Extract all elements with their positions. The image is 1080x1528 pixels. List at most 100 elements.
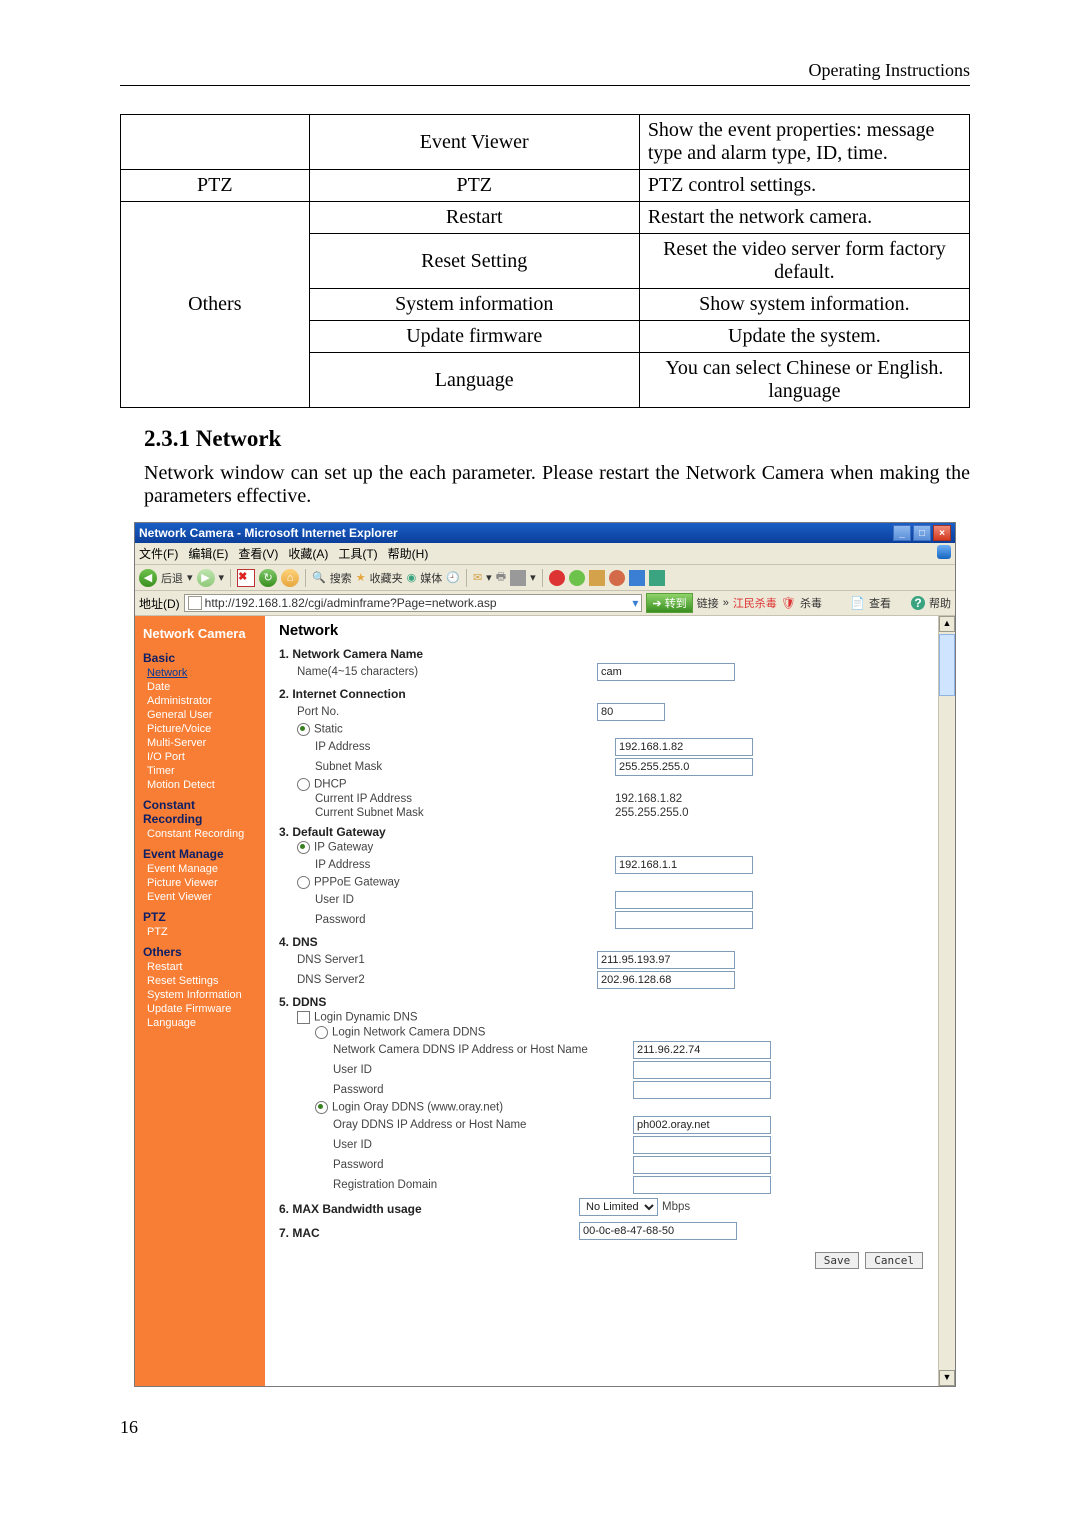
sidebar-item-update-firmware[interactable]: Update Firmware (147, 1003, 231, 1015)
oray-host-input[interactable] (633, 1116, 771, 1134)
sidebar-item-picture-voice[interactable]: Picture/Voice (147, 723, 211, 735)
maximize-button[interactable]: □ (913, 525, 931, 541)
toolbar-icon[interactable] (609, 570, 625, 586)
scrollbar[interactable]: ▲ ▼ (938, 616, 955, 1386)
oray-radio[interactable] (315, 1101, 328, 1114)
scroll-up-icon[interactable]: ▲ (939, 616, 955, 632)
help-icon[interactable]: ? (911, 596, 925, 610)
pppoe-user-input[interactable] (615, 891, 753, 909)
dhcp-radio[interactable] (297, 778, 310, 791)
toolbar-icon[interactable] (549, 570, 565, 586)
sidebar-item-general-user[interactable]: General User (147, 709, 212, 721)
toolbar-icon[interactable] (569, 570, 585, 586)
favorites-icon[interactable]: ★ (356, 571, 366, 584)
toolbar-icon[interactable] (649, 570, 665, 586)
name-input[interactable] (597, 663, 735, 681)
nc-ddns-user-input[interactable] (633, 1061, 771, 1079)
table-cell (121, 115, 310, 170)
pppoe-pass-input[interactable] (615, 911, 753, 929)
refresh-icon[interactable]: ↻ (259, 569, 277, 587)
mail-caret-icon[interactable]: ▾ (486, 571, 492, 584)
view-icon[interactable]: 📄 (850, 596, 865, 610)
sidebar-item-event-viewer[interactable]: Event Viewer (147, 891, 212, 903)
nc-ddns-pass-input[interactable] (633, 1081, 771, 1099)
sidebar-item-network[interactable]: Network (147, 667, 187, 679)
forward-caret-icon[interactable]: ▾ (219, 571, 225, 584)
nc-ddns-radio[interactable] (315, 1026, 328, 1039)
media-icon[interactable]: ◉ (407, 571, 417, 584)
close-button[interactable]: × (933, 525, 951, 541)
sidebar-item-ptz[interactable]: PTZ (147, 926, 168, 938)
gwip-input[interactable] (615, 856, 753, 874)
nc-ddns-host-input[interactable] (633, 1041, 771, 1059)
sidebar-item-admin[interactable]: Administrator (147, 695, 212, 707)
scroll-down-icon[interactable]: ▼ (939, 1370, 955, 1386)
view-label[interactable]: 查看 (869, 595, 891, 611)
minimize-button[interactable]: _ (893, 525, 911, 541)
pppoe-radio[interactable] (297, 876, 310, 889)
go-button[interactable]: ➔ 转到 (646, 593, 692, 613)
menu-tools[interactable]: 工具(T) (338, 545, 377, 562)
toolbar-icon[interactable] (629, 570, 645, 586)
ipgw-radio[interactable] (297, 841, 310, 854)
stop-icon[interactable]: ✖ (237, 569, 255, 587)
sidebar-item-motion-detect[interactable]: Motion Detect (147, 779, 215, 791)
save-button[interactable]: Save (815, 1252, 860, 1269)
bandwidth-select[interactable]: No Limited (579, 1198, 658, 1216)
ip-input[interactable] (615, 738, 753, 756)
home-icon[interactable]: ⌂ (281, 569, 299, 587)
dns1-input[interactable] (597, 951, 735, 969)
menu-fav[interactable]: 收藏(A) (288, 545, 328, 562)
back-caret-icon[interactable]: ▾ (187, 571, 193, 584)
kill-label[interactable]: 杀毒 (800, 595, 822, 611)
menu-edit[interactable]: 编辑(E) (188, 545, 228, 562)
cancel-button[interactable]: Cancel (865, 1252, 923, 1269)
port-input[interactable] (597, 703, 665, 721)
reg-domain-input[interactable] (633, 1176, 771, 1194)
search-icon[interactable]: 🔍 (312, 571, 326, 584)
name-label: Name(4~15 characters) (279, 666, 597, 678)
back-label[interactable]: 后退 (161, 570, 183, 586)
address-caret-icon[interactable]: ▾ (632, 596, 638, 610)
mail-icon[interactable]: ✉ (473, 571, 482, 584)
mask-input[interactable] (615, 758, 753, 776)
forward-icon[interactable]: ▶ (197, 569, 215, 587)
links-label[interactable]: 链接 (697, 595, 719, 611)
help-label[interactable]: 帮助 (929, 595, 951, 611)
address-input[interactable]: http://192.168.1.82/cgi/adminframe?Page=… (184, 594, 643, 612)
back-icon[interactable]: ◀ (139, 569, 157, 587)
history-icon[interactable]: 🕘 (446, 571, 460, 584)
toolbar-caret-icon[interactable]: ▾ (530, 571, 536, 584)
oray-pass-input[interactable] (633, 1156, 771, 1174)
static-radio[interactable] (297, 723, 310, 736)
oray-user-input[interactable] (633, 1136, 771, 1154)
print-icon[interactable]: 🖶 (496, 568, 506, 587)
menu-help[interactable]: 帮助(H) (388, 545, 429, 562)
ddns-login-checkbox[interactable] (297, 1011, 310, 1024)
scroll-thumb[interactable] (939, 634, 955, 696)
sidebar-item-date[interactable]: Date (147, 681, 170, 693)
sidebar-item-event-manage[interactable]: Event Manage (147, 863, 218, 875)
toolbar-icon[interactable] (510, 570, 526, 586)
sidebar-item-constant-recording[interactable]: Constant Recording (147, 828, 244, 840)
mac-input[interactable] (579, 1222, 737, 1240)
sidebar-item-multi-server[interactable]: Multi-Server (147, 737, 206, 749)
antivirus-label[interactable]: 江民杀毒 (733, 595, 777, 611)
sidebar-item-io-port[interactable]: I/O Port (147, 751, 185, 763)
antivirus-icon[interactable]: 🛡 (781, 596, 796, 610)
sidebar-item-restart[interactable]: Restart (147, 961, 182, 973)
favorites-label[interactable]: 收藏夹 (370, 570, 403, 586)
toolbar-icon[interactable] (589, 570, 605, 586)
heading-gateway: 3. Default Gateway (279, 825, 943, 839)
links-more-icon[interactable]: » (723, 597, 729, 609)
sidebar-item-picture-viewer[interactable]: Picture Viewer (147, 877, 218, 889)
sidebar-item-language[interactable]: Language (147, 1017, 196, 1029)
sidebar-item-system-info[interactable]: System Information (147, 989, 242, 1001)
menu-file[interactable]: 文件(F) (139, 545, 178, 562)
media-label[interactable]: 媒体 (420, 570, 442, 586)
search-label[interactable]: 搜索 (330, 570, 352, 586)
sidebar-item-reset-settings[interactable]: Reset Settings (147, 975, 219, 987)
sidebar-item-timer[interactable]: Timer (147, 765, 175, 777)
dns2-input[interactable] (597, 971, 735, 989)
menu-view[interactable]: 查看(V) (238, 545, 278, 562)
